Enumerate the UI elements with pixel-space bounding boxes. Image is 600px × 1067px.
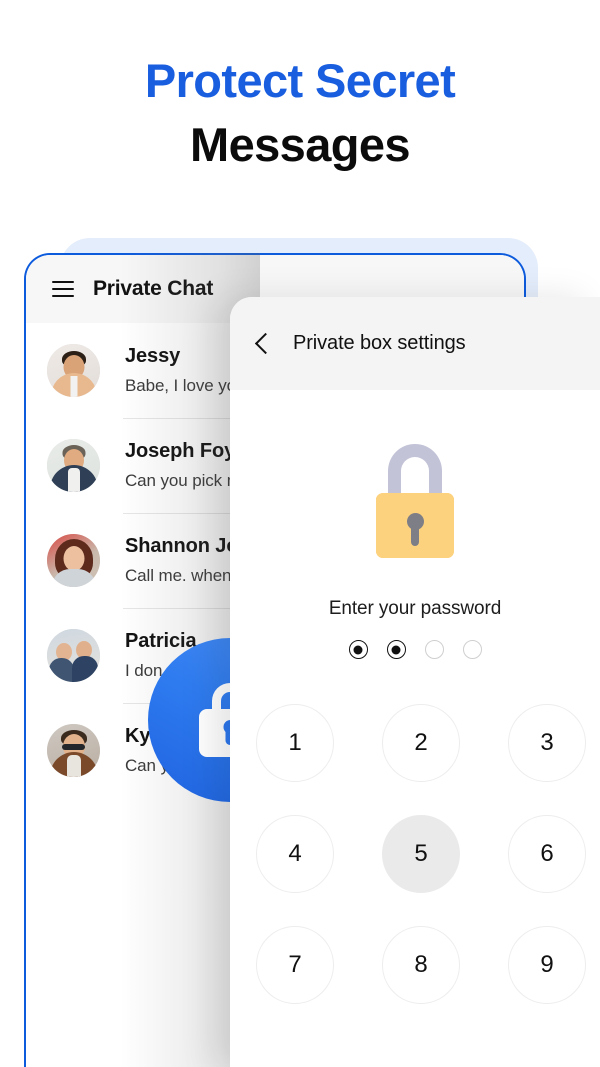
password-dot-4 <box>462 640 482 659</box>
chat-app-title: Private Chat <box>93 277 214 300</box>
contact-message: Call me. when <box>125 566 232 585</box>
keypad-key-9[interactable]: 9 <box>508 926 586 1004</box>
settings-title: Private box settings <box>293 332 466 354</box>
avatar <box>47 724 100 777</box>
keypad-key-1[interactable]: 1 <box>256 704 334 782</box>
avatar <box>47 534 100 587</box>
headline-line-2: Messages <box>190 118 411 172</box>
password-dot-2 <box>386 640 406 659</box>
settings-header: Private box settings <box>230 297 600 390</box>
password-dots <box>230 640 600 659</box>
back-chevron-icon[interactable] <box>255 333 269 355</box>
keypad-key-5[interactable]: 5 <box>382 815 460 893</box>
promo-screenshot: Protect Secret Messages Private Chat Jes… <box>0 0 600 1067</box>
numeric-keypad: 1 2 3 4 5 6 7 8 9 <box>230 704 600 1004</box>
padlock-illustration-wrap <box>230 444 600 558</box>
headline-line-1: Protect Secret <box>144 54 456 107</box>
contact-name: Shannon Jo <box>125 535 239 557</box>
keypad-key-7[interactable]: 7 <box>256 926 334 1004</box>
page-title: Protect Secret Messages <box>0 52 600 174</box>
private-box-settings-panel: Private box settings Enter your password… <box>230 297 600 1067</box>
keypad-key-8[interactable]: 8 <box>382 926 460 1004</box>
password-dot-3 <box>424 640 444 659</box>
keypad-key-2[interactable]: 2 <box>382 704 460 782</box>
list-item-text: Jessy Babe, I love you <box>125 345 245 396</box>
padlock-icon <box>376 444 454 558</box>
hamburger-menu-icon[interactable] <box>52 281 74 297</box>
keypad-key-3[interactable]: 3 <box>508 704 586 782</box>
avatar <box>47 344 100 397</box>
contact-message: Babe, I love you <box>125 376 246 395</box>
keypad-key-4[interactable]: 4 <box>256 815 334 893</box>
password-dot-1 <box>348 640 368 659</box>
avatar <box>47 629 100 682</box>
contact-name: Jessy <box>125 345 181 367</box>
avatar <box>47 439 100 492</box>
password-prompt-label: Enter your password <box>328 598 502 619</box>
list-item-text: Shannon Jo Call me. when <box>125 535 239 586</box>
keypad-key-6[interactable]: 6 <box>508 815 586 893</box>
